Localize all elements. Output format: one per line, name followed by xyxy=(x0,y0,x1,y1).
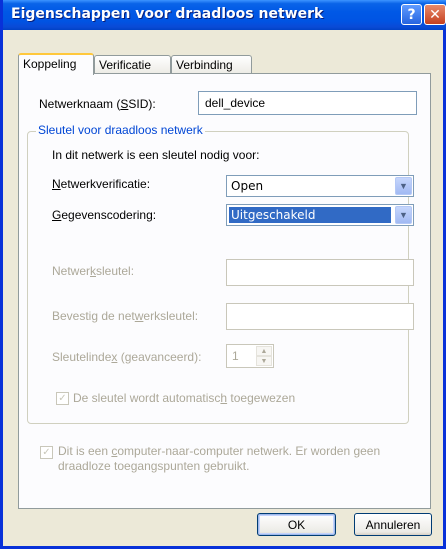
cancel-button[interactable]: Annuleren xyxy=(354,513,432,536)
ssid-input[interactable]: dell_device xyxy=(198,91,417,115)
checkmark-icon: ✓ xyxy=(58,393,67,404)
tab-verificatie[interactable]: Verificatie xyxy=(94,55,171,74)
key-index-label: Sleutelindex (geavanceerd): xyxy=(52,350,202,364)
key-index-value: 1 xyxy=(232,349,239,363)
auto-key-checkbox[interactable]: ✓ xyxy=(56,392,69,405)
tab-label: Koppeling xyxy=(23,57,77,71)
spin-down-icon[interactable]: ▼ xyxy=(256,356,272,366)
close-icon: ✕ xyxy=(429,6,441,23)
key-intro-text: In dit netwerk is een sleutel nodig voor… xyxy=(52,148,260,162)
key-group-title: Sleutel voor draadloos netwerk xyxy=(36,123,205,137)
auth-label: Netwerkverificatie: xyxy=(52,177,151,191)
ok-button[interactable]: OK xyxy=(257,513,336,536)
help-icon: ? xyxy=(407,6,416,23)
dialog-window: Eigenschappen voor draadloos netwerk ? ✕… xyxy=(0,0,446,549)
spin-up-icon[interactable]: ▲ xyxy=(256,346,272,356)
adhoc-label-line2: draadloze toegangspunten gebruikt. xyxy=(58,459,250,473)
encryption-dropdown[interactable]: Uitgeschakeld ▼ xyxy=(226,204,414,226)
tab-koppeling[interactable]: Koppeling xyxy=(18,53,94,75)
confirm-key-label: Bevestig de netwerksleutel: xyxy=(52,309,199,323)
auth-value: Open xyxy=(231,179,264,193)
adhoc-label-line1: Dit is een computer-naar-computer netwer… xyxy=(58,444,381,458)
adhoc-checkbox[interactable]: ✓ xyxy=(40,446,53,459)
chevron-down-icon[interactable]: ▼ xyxy=(395,177,412,195)
tab-label: Verbinding xyxy=(176,58,233,72)
network-key-label: Netwerksleutel: xyxy=(52,264,135,278)
auto-key-label: De sleutel wordt automatisch toegewezen xyxy=(73,391,296,405)
tab-label: Verificatie xyxy=(99,58,152,72)
key-index-spinner[interactable]: 1 ▲ ▼ xyxy=(226,344,274,368)
ssid-label: Netwerknaam (SSID): xyxy=(39,97,156,111)
network-key-input[interactable] xyxy=(226,259,414,286)
confirm-key-input[interactable] xyxy=(226,303,414,330)
title-bar[interactable]: Eigenschappen voor draadloos netwerk ? ✕ xyxy=(3,0,446,30)
chevron-down-icon[interactable]: ▼ xyxy=(395,206,412,224)
tab-verbinding[interactable]: Verbinding xyxy=(171,55,252,74)
help-button[interactable]: ? xyxy=(401,4,422,25)
encryption-label: Gegevenscodering: xyxy=(52,208,157,222)
close-button[interactable]: ✕ xyxy=(424,4,446,25)
checkmark-icon: ✓ xyxy=(42,447,51,458)
encryption-value: Uitgeschakeld xyxy=(229,207,391,223)
window-title: Eigenschappen voor draadloos netwerk xyxy=(11,6,324,22)
auth-dropdown[interactable]: Open ▼ xyxy=(226,175,414,197)
